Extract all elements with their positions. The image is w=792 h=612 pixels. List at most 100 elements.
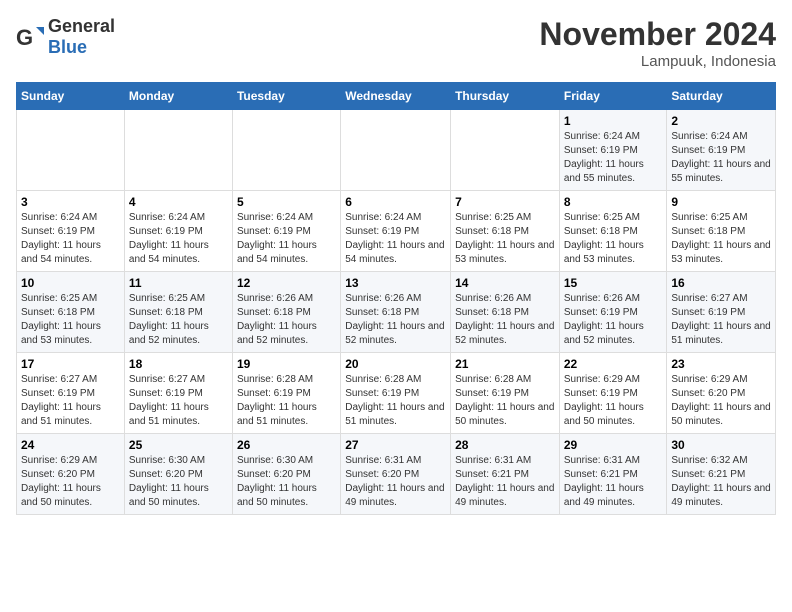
month-title: November 2024: [539, 16, 776, 53]
day-info: Sunrise: 6:24 AM Sunset: 6:19 PM Dayligh…: [345, 211, 446, 267]
week-row-4: 17 Sunrise: 6:27 AM Sunset: 6:19 PM Dayli…: [17, 353, 776, 434]
day-info: Sunrise: 6:27 AM Sunset: 6:19 PM Dayligh…: [129, 373, 228, 429]
day-info: Sunrise: 6:25 AM Sunset: 6:18 PM Dayligh…: [129, 292, 228, 348]
day-cell-14: 14 Sunrise: 6:26 AM Sunset: 6:18 PM Dayli…: [451, 272, 560, 353]
day-number: 24: [21, 438, 120, 452]
day-number: 7: [455, 195, 555, 209]
day-info: Sunrise: 6:25 AM Sunset: 6:18 PM Dayligh…: [564, 211, 663, 267]
day-number: 6: [345, 195, 446, 209]
day-number: 25: [129, 438, 228, 452]
day-info: Sunrise: 6:30 AM Sunset: 6:20 PM Dayligh…: [129, 454, 228, 510]
day-cell-29: 29 Sunrise: 6:31 AM Sunset: 6:21 PM Dayli…: [559, 434, 667, 515]
day-cell-28: 28 Sunrise: 6:31 AM Sunset: 6:21 PM Dayli…: [451, 434, 560, 515]
day-number: 18: [129, 357, 228, 371]
day-number: 13: [345, 276, 446, 290]
location: Lampuuk, Indonesia: [539, 53, 776, 70]
day-cell-7: 7Sunrise: 6:25 AM Sunset: 6:18 PM Daylig…: [451, 191, 560, 272]
day-cell-1: 1Sunrise: 6:24 AM Sunset: 6:19 PM Daylig…: [559, 110, 667, 191]
day-cell-2: 2Sunrise: 6:24 AM Sunset: 6:19 PM Daylig…: [667, 110, 776, 191]
day-cell-4: 4 Sunrise: 6:24 AM Sunset: 6:19 PM Daylig…: [124, 191, 232, 272]
day-number: 27: [345, 438, 446, 452]
day-cell-10: 10Sunrise: 6:25 AM Sunset: 6:18 PM Dayli…: [17, 272, 125, 353]
weekday-header-thursday: Thursday: [451, 83, 560, 110]
day-cell-12: 12Sunrise: 6:26 AM Sunset: 6:18 PM Dayli…: [232, 272, 340, 353]
day-info: Sunrise: 6:29 AM Sunset: 6:20 PM Dayligh…: [21, 454, 120, 510]
day-cell-24: 24 Sunrise: 6:29 AM Sunset: 6:20 PM Dayli…: [17, 434, 125, 515]
logo-general: General: [48, 16, 115, 36]
day-info: Sunrise: 6:24 AM Sunset: 6:19 PM Dayligh…: [21, 211, 120, 267]
day-number: 22: [564, 357, 663, 371]
day-info: Sunrise: 6:26 AM Sunset: 6:19 PM Dayligh…: [564, 292, 663, 348]
day-number: 29: [564, 438, 663, 452]
day-number: 12: [237, 276, 336, 290]
day-info: Sunrise: 6:32 AM Sunset: 6:21 PM Dayligh…: [671, 454, 771, 510]
day-cell-15: 15Sunrise: 6:26 AM Sunset: 6:19 PM Dayli…: [559, 272, 667, 353]
logo-blue: Blue: [48, 37, 87, 57]
day-cell-21: 21 Sunrise: 6:28 AM Sunset: 6:19 PM Dayli…: [451, 353, 560, 434]
day-cell-8: 8 Sunrise: 6:25 AM Sunset: 6:18 PM Daylig…: [559, 191, 667, 272]
title-area: November 2024 Lampuuk, Indonesia: [539, 16, 776, 70]
empty-cell: [124, 110, 232, 191]
day-cell-22: 22 Sunrise: 6:29 AM Sunset: 6:19 PM Dayli…: [559, 353, 667, 434]
empty-cell: [451, 110, 560, 191]
weekday-header-monday: Monday: [124, 83, 232, 110]
week-row-5: 24 Sunrise: 6:29 AM Sunset: 6:20 PM Dayli…: [17, 434, 776, 515]
day-number: 9: [671, 195, 771, 209]
day-info: Sunrise: 6:24 AM Sunset: 6:19 PM Dayligh…: [129, 211, 228, 267]
day-info: Sunrise: 6:24 AM Sunset: 6:19 PM Dayligh…: [671, 130, 771, 186]
day-info: Sunrise: 6:31 AM Sunset: 6:21 PM Dayligh…: [455, 454, 555, 510]
day-info: Sunrise: 6:27 AM Sunset: 6:19 PM Dayligh…: [21, 373, 120, 429]
day-cell-23: 23Sunrise: 6:29 AM Sunset: 6:20 PM Dayli…: [667, 353, 776, 434]
day-info: Sunrise: 6:30 AM Sunset: 6:20 PM Dayligh…: [237, 454, 336, 510]
day-cell-11: 11 Sunrise: 6:25 AM Sunset: 6:18 PM Dayli…: [124, 272, 232, 353]
day-number: 28: [455, 438, 555, 452]
weekday-header-row: SundayMondayTuesdayWednesdayThursdayFrid…: [17, 83, 776, 110]
day-number: 30: [671, 438, 771, 452]
logo: G General Blue: [16, 16, 115, 58]
day-cell-18: 18 Sunrise: 6:27 AM Sunset: 6:19 PM Dayli…: [124, 353, 232, 434]
day-number: 16: [671, 276, 771, 290]
day-cell-25: 25 Sunrise: 6:30 AM Sunset: 6:20 PM Dayli…: [124, 434, 232, 515]
weekday-header-tuesday: Tuesday: [232, 83, 340, 110]
day-cell-20: 20Sunrise: 6:28 AM Sunset: 6:19 PM Dayli…: [341, 353, 451, 434]
day-number: 20: [345, 357, 446, 371]
day-cell-26: 26 Sunrise: 6:30 AM Sunset: 6:20 PM Dayli…: [232, 434, 340, 515]
day-cell-19: 19 Sunrise: 6:28 AM Sunset: 6:19 PM Dayli…: [232, 353, 340, 434]
day-cell-6: 6 Sunrise: 6:24 AM Sunset: 6:19 PM Daylig…: [341, 191, 451, 272]
day-info: Sunrise: 6:24 AM Sunset: 6:19 PM Dayligh…: [237, 211, 336, 267]
weekday-header-saturday: Saturday: [667, 83, 776, 110]
day-info: Sunrise: 6:26 AM Sunset: 6:18 PM Dayligh…: [345, 292, 446, 348]
day-info: Sunrise: 6:28 AM Sunset: 6:19 PM Dayligh…: [455, 373, 555, 429]
day-number: 26: [237, 438, 336, 452]
day-number: 14: [455, 276, 555, 290]
day-cell-27: 27 Sunrise: 6:31 AM Sunset: 6:20 PM Dayli…: [341, 434, 451, 515]
day-cell-16: 16 Sunrise: 6:27 AM Sunset: 6:19 PM Dayli…: [667, 272, 776, 353]
day-number: 8: [564, 195, 663, 209]
day-cell-3: 3 Sunrise: 6:24 AM Sunset: 6:19 PM Daylig…: [17, 191, 125, 272]
day-info: Sunrise: 6:24 AM Sunset: 6:19 PM Dayligh…: [564, 130, 663, 186]
day-number: 5: [237, 195, 336, 209]
day-info: Sunrise: 6:28 AM Sunset: 6:19 PM Dayligh…: [237, 373, 336, 429]
empty-cell: [232, 110, 340, 191]
day-info: Sunrise: 6:31 AM Sunset: 6:21 PM Dayligh…: [564, 454, 663, 510]
day-cell-13: 13 Sunrise: 6:26 AM Sunset: 6:18 PM Dayli…: [341, 272, 451, 353]
day-number: 4: [129, 195, 228, 209]
calendar-table: SundayMondayTuesdayWednesdayThursdayFrid…: [16, 82, 776, 515]
day-info: Sunrise: 6:27 AM Sunset: 6:19 PM Dayligh…: [671, 292, 771, 348]
day-cell-9: 9 Sunrise: 6:25 AM Sunset: 6:18 PM Daylig…: [667, 191, 776, 272]
svg-text:G: G: [16, 25, 33, 50]
day-info: Sunrise: 6:25 AM Sunset: 6:18 PM Dayligh…: [671, 211, 771, 267]
day-number: 17: [21, 357, 120, 371]
logo-icon: G: [16, 23, 44, 51]
day-info: Sunrise: 6:26 AM Sunset: 6:18 PM Dayligh…: [455, 292, 555, 348]
day-number: 19: [237, 357, 336, 371]
day-info: Sunrise: 6:29 AM Sunset: 6:20 PM Dayligh…: [671, 373, 771, 429]
day-number: 3: [21, 195, 120, 209]
weekday-header-friday: Friday: [559, 83, 667, 110]
day-number: 11: [129, 276, 228, 290]
day-info: Sunrise: 6:25 AM Sunset: 6:18 PM Dayligh…: [21, 292, 120, 348]
week-row-1: 1Sunrise: 6:24 AM Sunset: 6:19 PM Daylig…: [17, 110, 776, 191]
day-number: 21: [455, 357, 555, 371]
day-info: Sunrise: 6:31 AM Sunset: 6:20 PM Dayligh…: [345, 454, 446, 510]
day-info: Sunrise: 6:29 AM Sunset: 6:19 PM Dayligh…: [564, 373, 663, 429]
